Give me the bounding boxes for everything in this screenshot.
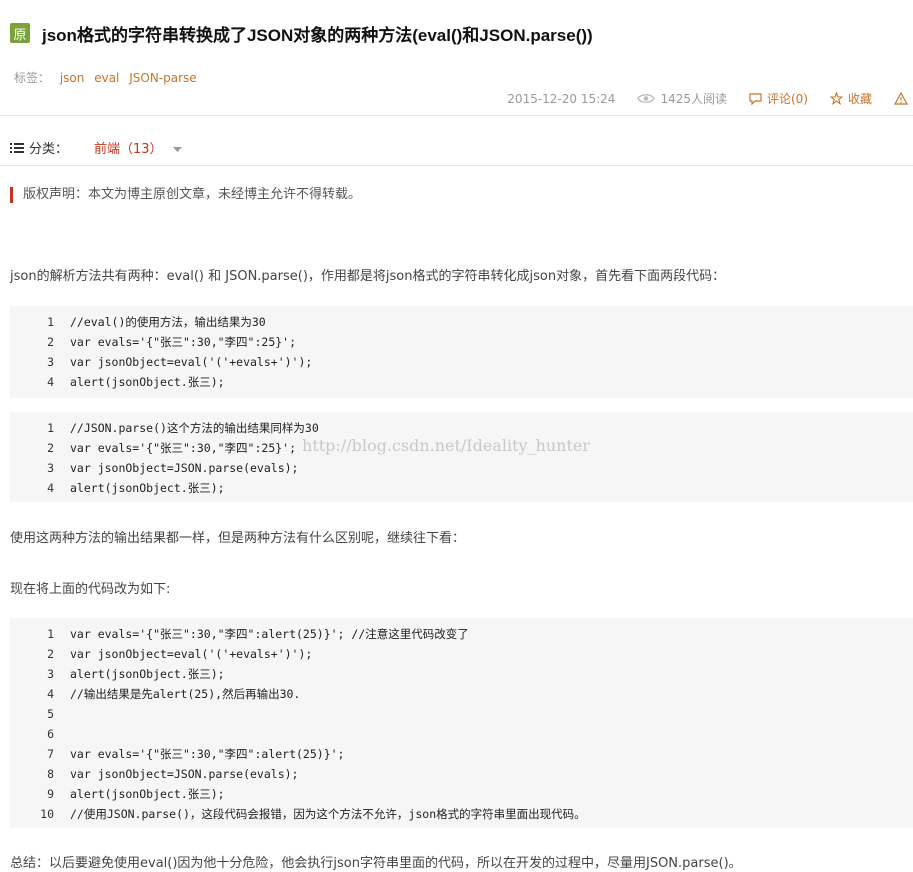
- list-icon: [10, 142, 24, 153]
- tag-eval[interactable]: eval: [94, 71, 119, 85]
- code-line: 1 var evals='{"张三":30,"李四":alert(25)}'; /…: [47, 627, 469, 641]
- star-icon: [829, 92, 843, 105]
- read-count: 1425人阅读: [637, 90, 727, 107]
- read-count-text: 1425人阅读: [660, 92, 727, 106]
- code-line: 9 alert(jsonObject.张三);: [47, 787, 225, 801]
- code-line: 2 var evals='{"张三":30,"李四":25}';: [47, 335, 297, 349]
- code-line: 4 alert(jsonObject.张三);: [47, 481, 225, 495]
- code-line: 3 alert(jsonObject.张三);: [47, 667, 225, 681]
- comments-text: 评论(0): [766, 92, 808, 106]
- intro-paragraph: json的解析方法共有两种：eval() 和 JSON.parse()，作用都是…: [10, 269, 726, 284]
- tag-json[interactable]: json: [60, 71, 85, 85]
- tag-json-parse[interactable]: JSON-parse: [129, 71, 196, 85]
- code-line: 3 var jsonObject=eval('('+evals+')');: [47, 355, 313, 369]
- category-dropdown[interactable]: 前端（13）: [94, 138, 182, 157]
- article-title-row: 原 json格式的字符串转换成了JSON对象的两种方法(eval()和JSON.…: [10, 21, 593, 46]
- code-line: 5: [47, 707, 54, 721]
- article-title[interactable]: json格式的字符串转换成了JSON对象的两种方法(eval()和JSON.pa…: [42, 21, 593, 46]
- category-value: 前端（13）: [94, 142, 163, 157]
- code-block-2: 1//JSON.parse()这个方法的输出结果同样为30 2 var evals…: [10, 412, 913, 502]
- comments-link[interactable]: 评论(0): [749, 90, 808, 107]
- code-line: 7 var evals='{"张三":30,"李四":alert(25)}';: [47, 747, 345, 761]
- favorite-text: 收藏: [847, 92, 872, 106]
- favorite-link[interactable]: 收藏: [829, 90, 872, 107]
- code-line: 3 var jsonObject=JSON.parse(evals);: [47, 461, 299, 475]
- code-line: 1//eval()的使用方法，输出结果为30: [47, 315, 266, 329]
- eye-icon: [637, 94, 656, 103]
- summary-paragraph: 总结：以后要避免使用eval()因为他十分危险，他会执行json字符串里面的代码…: [10, 856, 742, 871]
- body-paragraph: 现在将上面的代码改为如下:: [10, 582, 171, 597]
- code-block-1: 1//eval()的使用方法，输出结果为30 2 var evals='{"张三"…: [10, 306, 913, 398]
- publish-date: 2015-12-20 15:24: [507, 91, 616, 106]
- tags-row: 标签： json eval JSON-parse: [14, 69, 197, 86]
- divider: [0, 115, 913, 116]
- code-line: 4//输出结果是先alert(25),然后再输出30.: [47, 687, 301, 701]
- code-line: 1//JSON.parse()这个方法的输出结果同样为30: [47, 421, 319, 435]
- category-row: 分类： 前端（13）: [10, 138, 182, 157]
- code-line: 10//使用JSON.parse()，这段代码会报错，因为这个方法不允许，jso…: [40, 807, 586, 821]
- code-line: 4 alert(jsonObject.张三);: [47, 375, 225, 389]
- comment-icon: [749, 92, 762, 105]
- divider: [0, 165, 913, 166]
- code-line: 8 var jsonObject=JSON.parse(evals);: [47, 767, 299, 781]
- code-line: 6: [47, 727, 54, 741]
- code-line: 2 var jsonObject=eval('('+evals+')');: [47, 647, 313, 661]
- tags-label: 标签：: [14, 71, 51, 85]
- report-link[interactable]: [894, 92, 913, 105]
- code-block-3: 1 var evals='{"张三":30,"李四":alert(25)}'; /…: [10, 618, 913, 828]
- warning-icon: [894, 92, 908, 105]
- original-badge: 原: [10, 23, 30, 43]
- copyright-notice: 版权声明：本文为博主原创文章，未经博主允许不得转载。: [10, 187, 361, 203]
- article-meta: 2015-12-20 15:24 1425人阅读 评论(0) 收藏: [507, 90, 913, 107]
- watermark-text: http://blog.csdn.net/Ideality_hunter: [302, 436, 591, 455]
- body-paragraph: 使用这两种方法的输出结果都一样，但是两种方法有什么区别呢，继续往下看：: [10, 531, 466, 546]
- category-label: 分类：: [29, 142, 69, 157]
- caret-down-icon: [172, 147, 182, 152]
